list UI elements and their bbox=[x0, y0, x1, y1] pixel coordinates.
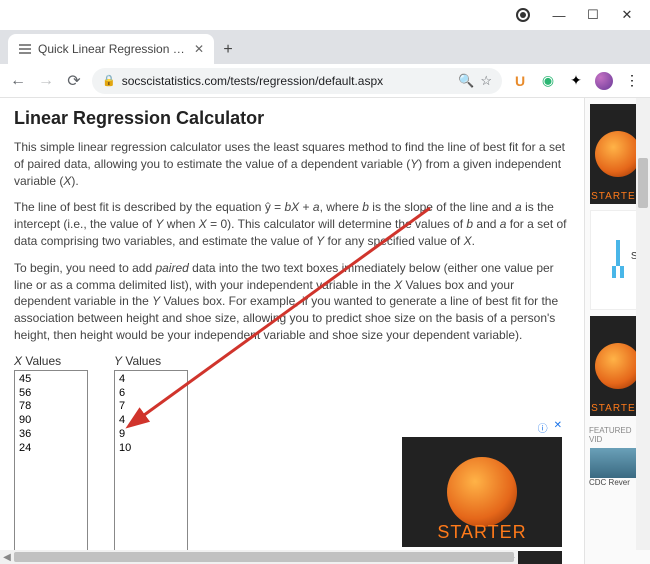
y-values-label: Y Values bbox=[114, 354, 188, 368]
window-maximize-button[interactable]: ☐ bbox=[576, 3, 610, 27]
bookmark-star-icon[interactable]: ☆ bbox=[480, 73, 492, 89]
profile-avatar[interactable] bbox=[594, 71, 614, 91]
record-indicator-icon bbox=[516, 8, 530, 22]
address-bar[interactable]: 🔒 socscistatistics.com/tests/regression/… bbox=[92, 68, 502, 94]
back-button[interactable]: ← bbox=[8, 71, 28, 91]
ad-controls: ⓘ ✕ bbox=[402, 420, 562, 435]
lock-icon: 🔒 bbox=[102, 74, 116, 87]
extension-u-icon[interactable]: U bbox=[510, 71, 530, 91]
window-minimize-button[interactable]: — bbox=[542, 3, 576, 27]
extensions-puzzle-icon[interactable]: ✦ bbox=[566, 71, 586, 91]
horizontal-scroll-thumb[interactable] bbox=[14, 552, 514, 562]
x-values-input[interactable] bbox=[14, 370, 88, 564]
mascot-tiger-icon bbox=[447, 457, 517, 527]
mascot-tiger-icon bbox=[595, 131, 641, 177]
y-values-input[interactable] bbox=[114, 370, 188, 564]
new-tab-button[interactable]: + bbox=[214, 36, 242, 64]
forward-button[interactable]: → bbox=[36, 71, 56, 91]
scroll-left-arrow-icon[interactable]: ◀ bbox=[0, 552, 14, 563]
reload-button[interactable]: ⟳ bbox=[64, 71, 84, 91]
horizontal-scrollbar[interactable]: ◀ ▶ bbox=[0, 550, 518, 564]
vertical-scrollbar[interactable] bbox=[636, 98, 650, 550]
x-values-column: X Values bbox=[14, 354, 88, 564]
x-values-label: X Values bbox=[14, 354, 88, 368]
search-in-page-icon[interactable]: 🔍 bbox=[458, 73, 474, 89]
ad-starter[interactable]: STARTER bbox=[402, 437, 562, 547]
ad-close-icon[interactable]: ✕ bbox=[554, 420, 562, 435]
favicon-icon bbox=[18, 42, 32, 56]
window-titlebar: — ☐ ✕ bbox=[0, 0, 650, 30]
extension-circle-icon[interactable]: ◉ bbox=[538, 71, 558, 91]
page-title: Linear Regression Calculator bbox=[14, 108, 570, 129]
page-body[interactable]: Linear Regression Calculator This simple… bbox=[0, 98, 584, 564]
intro-paragraph-1: This simple linear regression calculator… bbox=[14, 139, 570, 189]
ad-starter-label: STARTER bbox=[402, 522, 562, 543]
intro-paragraph-3: To begin, you need to add paired data in… bbox=[14, 260, 570, 344]
browser-menu-icon[interactable]: ⋮ bbox=[622, 71, 642, 91]
window-close-button[interactable]: ✕ bbox=[610, 3, 644, 27]
y-values-column: Y Values bbox=[114, 354, 188, 564]
url-text: socscistatistics.com/tests/regression/de… bbox=[122, 74, 452, 88]
intro-paragraph-2: The line of best fit is described by the… bbox=[14, 199, 570, 249]
browser-toolbar: ← → ⟳ 🔒 socscistatistics.com/tests/regre… bbox=[0, 64, 650, 98]
tab-strip: Quick Linear Regression Calculat ✕ + bbox=[0, 30, 650, 64]
right-sidebar: STARTER Sk STARTER FEATURED VID CDC Reve… bbox=[584, 98, 650, 564]
tab-close-icon[interactable]: ✕ bbox=[194, 42, 204, 56]
ad-info-icon[interactable]: ⓘ bbox=[538, 420, 548, 435]
browser-tab[interactable]: Quick Linear Regression Calculat ✕ bbox=[8, 34, 214, 64]
stick-figure-icon bbox=[611, 240, 625, 280]
vertical-scroll-thumb[interactable] bbox=[638, 158, 648, 208]
inline-ad-block: ⓘ ✕ STARTER CREATOR CONTENT bbox=[402, 420, 562, 564]
content-area: Linear Regression Calculator This simple… bbox=[0, 98, 650, 564]
mascot-tiger-icon bbox=[595, 343, 641, 389]
browser-window: — ☐ ✕ Quick Linear Regression Calculat ✕… bbox=[0, 0, 650, 564]
tab-title: Quick Linear Regression Calculat bbox=[38, 42, 188, 56]
